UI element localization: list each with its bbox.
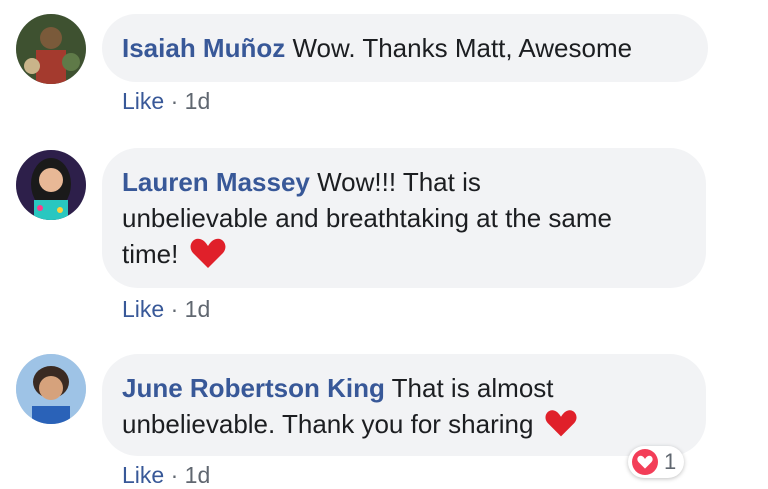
comment-bubble: June Robertson King That is almost unbel… <box>102 354 706 456</box>
comment-author[interactable]: June Robertson King <box>122 373 385 403</box>
separator: · <box>170 462 179 488</box>
like-button[interactable]: Like <box>122 462 164 488</box>
avatar[interactable] <box>16 354 86 424</box>
reaction-count: 1 <box>664 449 677 474</box>
reaction-summary[interactable]: 1 <box>628 446 685 478</box>
comment-text-line: unbelievable. Thank you for sharing <box>122 409 534 439</box>
comment-text-line: That is almost <box>391 373 554 403</box>
heart-icon <box>545 407 577 448</box>
comment-actions: Like · 1d <box>122 462 210 489</box>
comment-item: June Robertson King That is almost unbel… <box>0 0 768 488</box>
user-avatar-icon <box>16 354 86 424</box>
love-reaction-icon <box>632 449 658 475</box>
comment-timestamp[interactable]: 1d <box>185 462 211 488</box>
